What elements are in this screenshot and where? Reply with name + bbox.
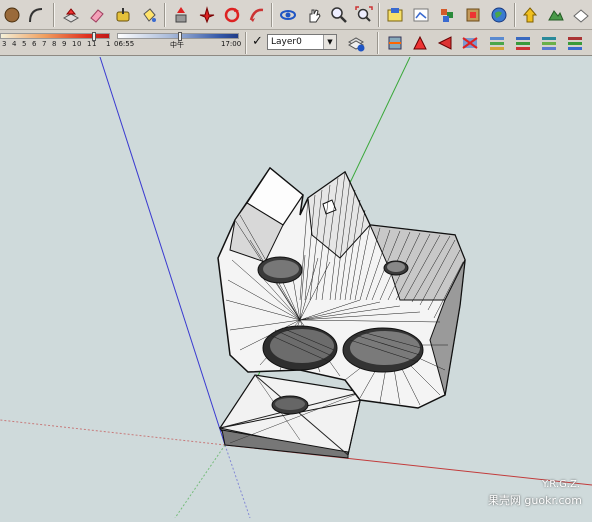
rotate-icon xyxy=(224,7,240,23)
google-earth-icon xyxy=(491,7,507,23)
layer-select[interactable]: Layer0 ▼ xyxy=(267,34,337,50)
orbit-button[interactable] xyxy=(277,4,299,26)
end-time-label: 17:00 xyxy=(221,40,242,48)
watermark-site: 果壳网 guokr.com xyxy=(487,494,582,507)
photo-textures-button[interactable] xyxy=(570,4,592,26)
toggle-terrain-button[interactable] xyxy=(545,4,567,26)
tape-measure-icon xyxy=(116,8,130,22)
month-scale-label: 3 xyxy=(2,40,7,48)
pan-button[interactable] xyxy=(303,4,325,26)
layer-stack-icon xyxy=(490,37,504,50)
tape-measure-button[interactable] xyxy=(112,4,134,26)
layer-select-value: Layer0 xyxy=(271,37,302,47)
layer-stack-2-icon xyxy=(516,37,530,50)
toolbar-separator xyxy=(245,32,247,54)
eraser-icon xyxy=(90,9,104,23)
model-canvas xyxy=(0,56,592,519)
layer-stack-2-button[interactable] xyxy=(512,32,534,54)
month-scale-label: 9 xyxy=(62,40,67,48)
styles-icon xyxy=(466,8,480,22)
3d-model[interactable] xyxy=(217,166,466,459)
toolbar-separator xyxy=(514,3,516,27)
photo-textures-icon xyxy=(573,9,589,23)
add-location-button[interactable] xyxy=(519,4,541,26)
display-section-cuts-button[interactable] xyxy=(434,32,456,54)
eraser-button[interactable] xyxy=(86,4,108,26)
toolbar-separator xyxy=(378,3,380,27)
layer-stack-button[interactable] xyxy=(486,32,508,54)
get-models-button[interactable] xyxy=(384,4,406,26)
month-scale-label: 7 xyxy=(42,40,47,48)
layer-stack-3-button[interactable] xyxy=(538,32,560,54)
move-button[interactable] xyxy=(170,4,192,26)
rotate-button[interactable] xyxy=(221,4,243,26)
arc-tool-button[interactable] xyxy=(25,4,47,26)
month-scale-label: 5 xyxy=(22,40,27,48)
zoom-extents-icon xyxy=(355,6,373,22)
styles-button[interactable] xyxy=(462,4,484,26)
zoom-button[interactable] xyxy=(328,4,350,26)
arc-icon xyxy=(29,8,43,23)
toolbar-separator xyxy=(164,3,166,27)
google-earth-button[interactable] xyxy=(488,4,510,26)
follow-me-button[interactable] xyxy=(246,4,268,26)
layer-stack-3-icon xyxy=(542,37,556,50)
shadow-settings-panel: 3 4 5 6 7 8 9 10 11 1 06:55 中午 17:00 xyxy=(0,30,245,54)
scale-icon xyxy=(199,6,215,24)
toggle-terrain-icon xyxy=(548,10,564,21)
secondary-toolbar: 3 4 5 6 7 8 9 10 11 1 06:55 中午 17:00 ✓ L… xyxy=(0,30,592,56)
toolbar-separator xyxy=(377,32,379,54)
layer-stack-4-button[interactable] xyxy=(564,32,586,54)
display-section-cuts-icon xyxy=(437,36,452,50)
month-scale-label: 11 xyxy=(87,40,97,48)
paint-bucket-button[interactable] xyxy=(138,4,160,26)
toolbar-separator xyxy=(271,3,273,27)
month-scale-label: 1 xyxy=(106,40,111,48)
month-scale-label: 10 xyxy=(72,40,82,48)
main-toolbar xyxy=(0,0,592,30)
move-icon xyxy=(175,7,187,23)
watermark-author: Y.R.G.Z. xyxy=(542,479,580,490)
drawing-viewport[interactable]: Y.R.G.Z. 果壳网 guokr.com xyxy=(0,56,592,519)
blue-axis-negative xyxy=(224,444,251,519)
blue-axis xyxy=(99,56,226,446)
share-model-button[interactable] xyxy=(410,4,432,26)
push-pull-icon xyxy=(62,8,80,23)
display-section-planes-button[interactable] xyxy=(409,32,431,54)
components-icon xyxy=(441,9,453,22)
section-plane-icon xyxy=(388,36,402,50)
zoom-icon xyxy=(331,7,347,23)
share-model-icon xyxy=(413,8,429,22)
layer-manager-icon xyxy=(347,37,365,52)
orbit-icon xyxy=(280,10,296,20)
push-pull-button[interactable] xyxy=(60,4,82,26)
circle-tool-button[interactable] xyxy=(1,4,23,26)
month-scale-label: 4 xyxy=(12,40,17,48)
green-axis-negative xyxy=(174,444,226,519)
layer-visible-check[interactable]: ✓ xyxy=(252,34,263,49)
layer-filter-button[interactable] xyxy=(459,32,481,54)
follow-me-icon xyxy=(249,8,264,22)
section-plane-button[interactable] xyxy=(384,32,406,54)
display-section-planes-icon xyxy=(413,35,427,50)
get-models-icon xyxy=(387,8,403,22)
scale-button[interactable] xyxy=(196,4,218,26)
chevron-down-icon[interactable]: ▼ xyxy=(323,35,336,49)
noon-label: 中午 xyxy=(170,41,184,49)
components-button[interactable] xyxy=(436,4,458,26)
pan-icon xyxy=(309,9,321,23)
add-location-icon xyxy=(522,7,538,23)
month-scale-label: 6 xyxy=(32,40,37,48)
layer-manager-button[interactable] xyxy=(345,32,367,54)
red-axis-negative xyxy=(0,419,226,446)
layer-stack-4-icon xyxy=(568,37,582,50)
toolbar-separator xyxy=(53,3,55,27)
layer-filter-icon xyxy=(462,37,478,49)
paint-bucket-icon xyxy=(143,8,156,22)
circle-icon xyxy=(4,7,20,23)
start-time-label: 06:55 xyxy=(114,40,135,48)
month-scale-label: 8 xyxy=(52,40,57,48)
zoom-extents-button[interactable] xyxy=(353,4,375,26)
